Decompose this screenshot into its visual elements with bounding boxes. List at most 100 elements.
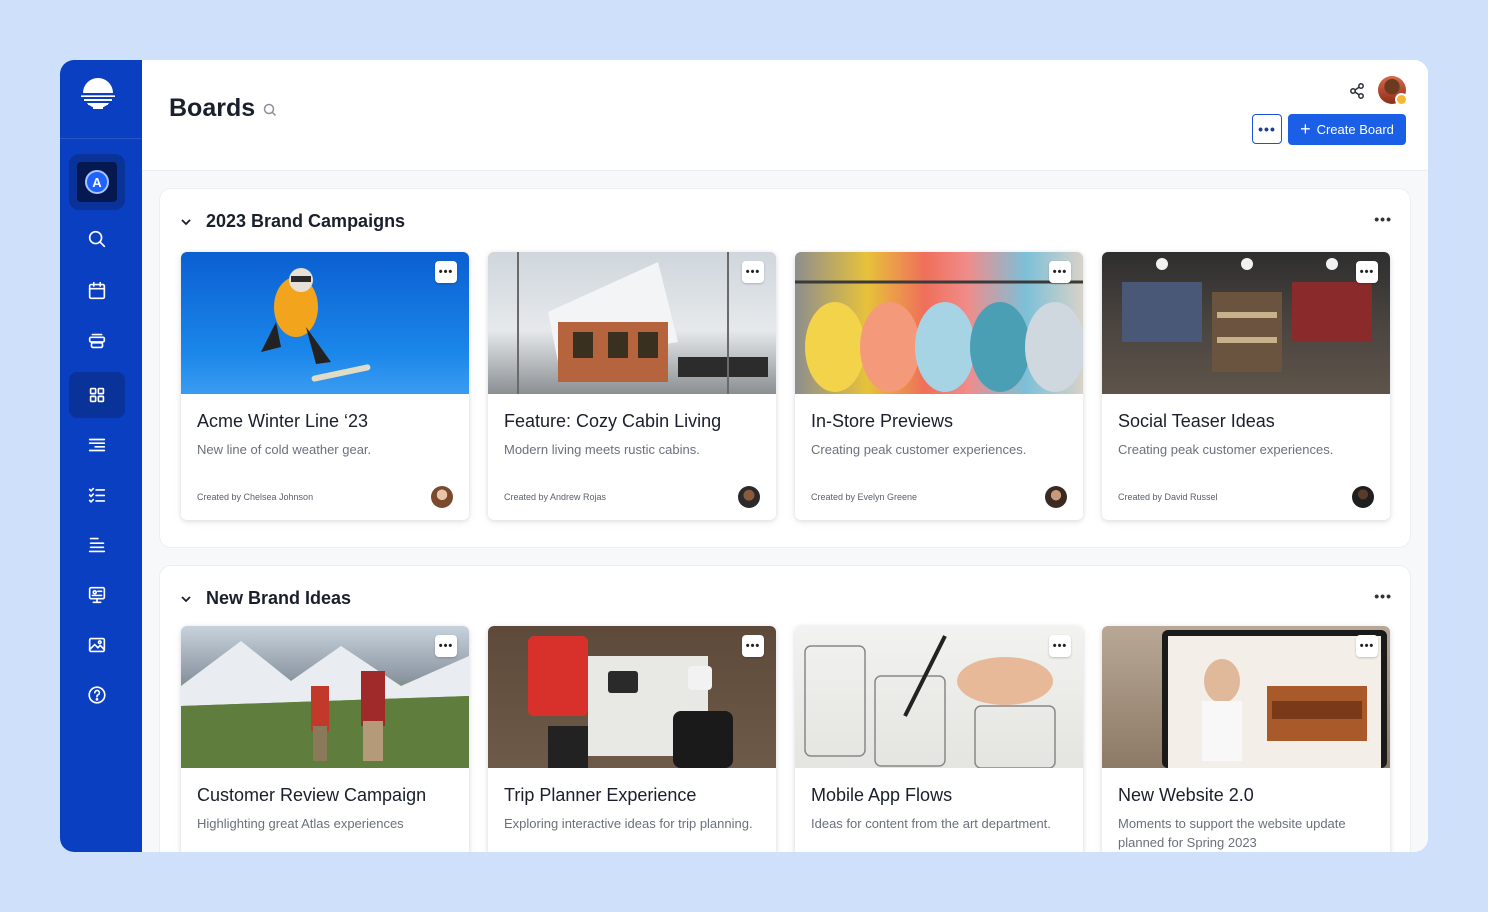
travel-gear-illustration — [528, 636, 733, 768]
store-interior-illustration — [1122, 258, 1372, 372]
card-creator: Created by Andrew Rojas — [504, 492, 607, 502]
card-title: Acme Winter Line ‘23 — [197, 411, 369, 431]
card-image: ••• — [488, 626, 776, 768]
stack-icon — [88, 333, 106, 349]
card-image: ••• — [795, 252, 1083, 394]
sidebar-item-search[interactable] — [69, 216, 125, 262]
card-title: Feature: Cozy Cabin Living — [504, 411, 722, 431]
top-bar: Boards ••• + Create Board — [142, 60, 1428, 171]
card-image: ••• — [488, 252, 776, 394]
user-avatar[interactable] — [1378, 76, 1408, 106]
sidebar-item-images[interactable] — [69, 622, 125, 668]
logo-icon[interactable] — [79, 76, 117, 114]
workspace-switcher[interactable]: A — [69, 154, 125, 210]
section-more-button[interactable]: ••• — [1374, 211, 1392, 227]
card-more-button[interactable]: ••• — [742, 635, 764, 657]
hikers-illustration — [181, 641, 469, 768]
section-title: 2023 Brand Campaigns — [206, 211, 406, 231]
board-card[interactable]: ••• Mobile App Flows Ideas for content f… — [795, 626, 1083, 852]
card-description: New line of cold weather gear. — [197, 442, 372, 457]
card-row: ••• Acme Winter Line ‘23 New line of col… — [181, 252, 1390, 520]
workspace-avatar: A — [77, 162, 117, 202]
board-card[interactable]: ••• Trip Planner Experience Exploring in… — [488, 626, 776, 852]
header-more-button[interactable]: ••• — [1252, 114, 1282, 144]
chevron-down-icon[interactable] — [180, 216, 192, 228]
create-board-button[interactable]: + Create Board — [1288, 114, 1406, 145]
card-creator: Created by Chelsea Johnson — [197, 492, 314, 502]
sidebar-item-stack[interactable] — [69, 318, 125, 364]
sidebar: A — [60, 60, 142, 852]
sidebar-divider — [60, 138, 142, 139]
creator-avatar — [1045, 486, 1067, 508]
image-icon — [88, 637, 106, 653]
presentation-icon — [88, 586, 106, 604]
board-card[interactable]: ••• Acme Winter Line ‘23 New line of col… — [181, 252, 469, 520]
snowboarder-illustration — [261, 268, 371, 382]
clothing-rack-illustration — [795, 280, 1083, 392]
card-creator: Created by David Russel — [1118, 492, 1218, 502]
section-header[interactable]: 2023 Brand Campaigns — [180, 211, 405, 232]
card-more-button[interactable]: ••• — [435, 261, 457, 283]
section-2023-brand-campaigns: 2023 Brand Campaigns ••• ••• Acme Winter… — [159, 188, 1411, 548]
sidebar-item-presentation[interactable] — [69, 572, 125, 618]
workspace-badge: A — [85, 170, 109, 194]
board-card[interactable]: ••• Social Teaser Ideas Creating peak cu… — [1102, 252, 1390, 520]
list-icon — [88, 438, 106, 452]
cabin-illustration — [517, 252, 768, 394]
card-more-button[interactable]: ••• — [1049, 261, 1071, 283]
sidebar-item-calendar[interactable] — [69, 268, 125, 314]
wireframe-sketch-illustration — [804, 635, 1056, 769]
card-title: In-Store Previews — [811, 411, 954, 431]
card-image: ••• — [1102, 252, 1390, 394]
card-description: Moments to support the website update pl… — [1118, 816, 1346, 850]
card-description: Creating peak customer experiences. — [811, 442, 1027, 457]
laptop-illustration — [1162, 630, 1387, 768]
board-card[interactable]: ••• In-Store Previews Creating peak cust… — [795, 252, 1083, 520]
card-image: ••• — [181, 252, 469, 394]
card-title: New Website 2.0 — [1118, 785, 1254, 805]
sidebar-item-help[interactable] — [69, 672, 125, 718]
card-description: Ideas for content from the art departmen… — [811, 816, 1051, 831]
section-more-button[interactable]: ••• — [1374, 588, 1392, 604]
app-window: A Boards ••• + Create Board 2023 Brand C… — [60, 60, 1428, 852]
board-card[interactable]: ••• Feature: Cozy Cabin Living Modern li… — [488, 252, 776, 520]
card-description: Creating peak customer experiences. — [1118, 442, 1334, 457]
chevron-down-icon[interactable] — [180, 593, 192, 605]
card-more-button[interactable]: ••• — [1356, 635, 1378, 657]
create-board-label: Create Board — [1316, 122, 1394, 137]
calendar-icon — [88, 281, 106, 300]
status-indicator — [1395, 93, 1408, 106]
section-new-brand-ideas: New Brand Ideas ••• ••• Customer Review … — [159, 565, 1411, 852]
card-image: ••• — [181, 626, 469, 768]
board-card[interactable]: ••• New Website 2.0 Moments to support t… — [1102, 626, 1390, 852]
creator-avatar — [431, 486, 453, 508]
card-more-button[interactable]: ••• — [1049, 635, 1071, 657]
card-more-button[interactable]: ••• — [435, 635, 457, 657]
main-content: Boards ••• + Create Board 2023 Brand Cam… — [142, 60, 1428, 852]
sidebar-item-align[interactable] — [69, 522, 125, 568]
section-header[interactable]: New Brand Ideas — [180, 588, 351, 609]
card-title: Customer Review Campaign — [197, 785, 427, 805]
card-description: Highlighting great Atlas experiences — [197, 816, 404, 831]
card-image: ••• — [1102, 626, 1390, 768]
card-title: Social Teaser Ideas — [1118, 411, 1275, 431]
sidebar-item-boards[interactable] — [69, 372, 125, 418]
card-more-button[interactable]: ••• — [1356, 261, 1378, 283]
page-title: Boards — [169, 94, 256, 122]
board-card[interactable]: ••• Customer Review Campaign Highlightin… — [181, 626, 469, 852]
card-more-button[interactable]: ••• — [742, 261, 764, 283]
checklist-icon — [88, 487, 106, 503]
search-icon — [88, 230, 106, 248]
title-search-icon[interactable] — [263, 103, 277, 117]
sidebar-item-checklist[interactable] — [69, 472, 125, 518]
card-creator: Created by Evelyn Greene — [811, 492, 918, 502]
section-title: New Brand Ideas — [206, 588, 352, 608]
card-title: Mobile App Flows — [811, 785, 953, 805]
sidebar-item-list[interactable] — [69, 422, 125, 468]
grid-icon — [89, 387, 105, 403]
card-description: Modern living meets rustic cabins. — [504, 442, 700, 457]
help-icon — [88, 686, 106, 704]
share-icon[interactable] — [1348, 82, 1366, 100]
align-icon — [88, 537, 106, 553]
creator-avatar — [1352, 486, 1374, 508]
